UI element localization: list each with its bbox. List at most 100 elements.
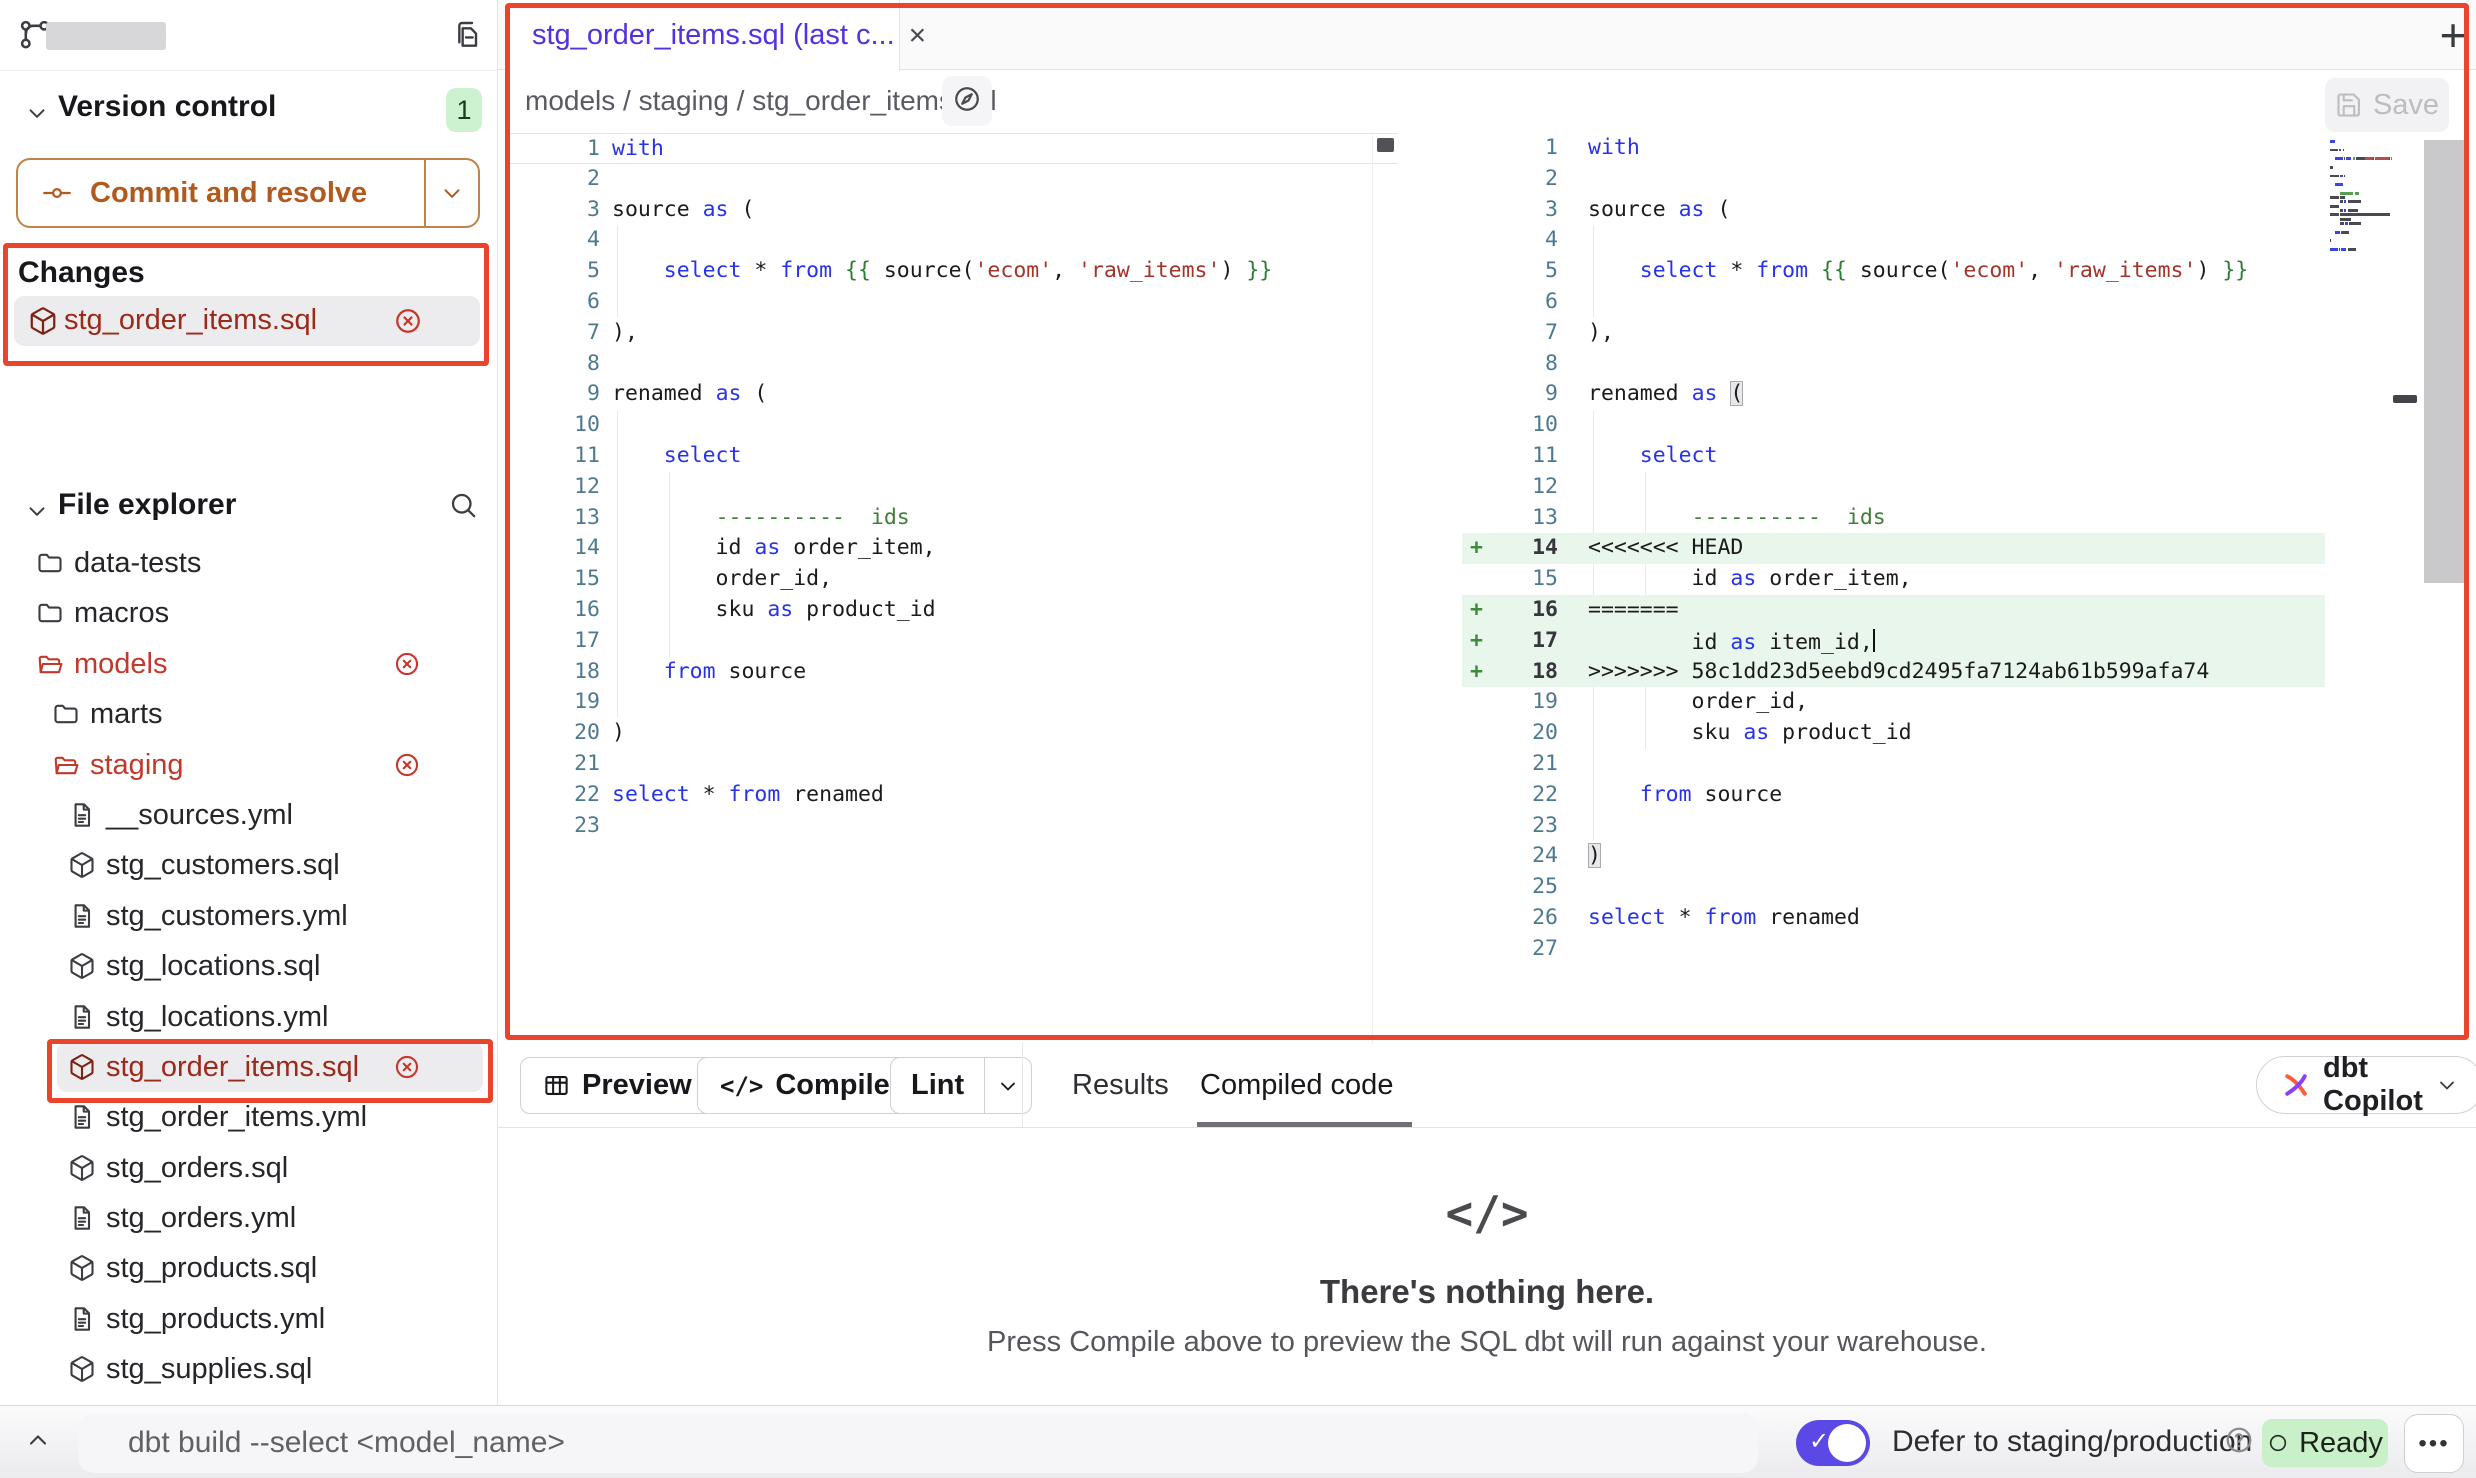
dbt-copilot-button[interactable]: dbt Copilot <box>2256 1056 2476 1114</box>
file-tree-item-stg_order_items.yml[interactable]: stg_order_items.yml <box>0 1092 497 1142</box>
editor-pane-last-saved[interactable]: 1with23source as (45 select * from {{ so… <box>505 132 1398 1043</box>
file-tree-item-stg_locations.yml[interactable]: stg_locations.yml <box>0 992 497 1042</box>
code-line-5[interactable]: 5 select * from {{ source('ecom', 'raw_i… <box>1462 256 2325 287</box>
file-tree-item-__sources.yml[interactable]: __sources.yml <box>0 790 497 840</box>
preview-button[interactable]: Preview <box>520 1057 715 1114</box>
new-tab-button[interactable]: + <box>2426 8 2476 62</box>
file-tree-item-stg_orders.yml[interactable]: stg_orders.yml <box>0 1193 497 1243</box>
code-line-4[interactable]: 4 <box>1462 225 2325 256</box>
code-line-20[interactable]: 20 sku as product_id <box>1462 718 2325 749</box>
lint-button[interactable]: Lint <box>891 1058 984 1113</box>
code-line-5[interactable]: 5 select * from {{ source('ecom', 'raw_i… <box>505 256 1398 287</box>
code-line-1[interactable]: 1with <box>505 133 1398 164</box>
code-line-18[interactable]: +18>>>>>>> 58c1dd23d5eebd9cd2495fa7124ab… <box>1462 657 2325 688</box>
file-tree-item-stg_supplies.sql[interactable]: stg_supplies.sql <box>0 1344 497 1394</box>
code-line-22[interactable]: 22 from source <box>1462 780 2325 811</box>
expand-command-bar-icon[interactable] <box>24 1426 52 1459</box>
code-line-14[interactable]: +14<<<<<<< HEAD <box>1462 533 2325 564</box>
code-line-3[interactable]: 3source as ( <box>505 195 1398 226</box>
code-line-12[interactable]: 12 <box>505 472 1398 503</box>
tab-compiled-code[interactable]: Compiled code <box>1200 1043 1393 1127</box>
code-line-15[interactable]: 15 order_id, <box>505 564 1398 595</box>
code-line-19[interactable]: 19 order_id, <box>1462 687 2325 718</box>
file-tree-item-staging[interactable]: staging <box>0 740 497 790</box>
code-line-12[interactable]: 12 <box>1462 472 2325 503</box>
code-line-3[interactable]: 3source as ( <box>1462 195 2325 226</box>
code-line-20[interactable]: 20) <box>505 718 1398 749</box>
minimap[interactable] <box>2330 140 2392 370</box>
editor-pane-current[interactable]: 1with23source as (45 select * from {{ so… <box>1462 132 2325 1043</box>
code-line-8[interactable]: 8 <box>1462 349 2325 380</box>
file-tree-item-stg_customers.yml[interactable]: stg_customers.yml <box>0 891 497 941</box>
code-line-27[interactable]: 27 <box>1462 934 2325 965</box>
commit-and-resolve-button[interactable]: Commit and resolve <box>16 158 480 228</box>
code-line-11[interactable]: 11 select <box>1462 441 2325 472</box>
code-line-9[interactable]: 9renamed as ( <box>1462 379 2325 410</box>
code-line-21[interactable]: 21 <box>505 749 1398 780</box>
more-options-button[interactable]: ••• <box>2404 1414 2464 1473</box>
lint-dropdown-button[interactable] <box>984 1058 1031 1113</box>
save-button[interactable]: Save <box>2325 78 2449 132</box>
code-line-10[interactable]: 10 <box>505 410 1398 441</box>
code-line-22[interactable]: 22select * from renamed <box>505 780 1398 811</box>
commit-dropdown-button[interactable] <box>424 160 478 226</box>
file-tree-item-stg_customers.sql[interactable]: stg_customers.sql <box>0 840 497 890</box>
code-line-4[interactable]: 4 <box>505 225 1398 256</box>
code-line-15[interactable]: 15 id as order_item, <box>1462 564 2325 595</box>
file-tree-item-data-tests[interactable]: data-tests <box>0 538 497 588</box>
code-line-2[interactable]: 2 <box>505 164 1398 195</box>
file-tree-item-macros[interactable]: macros <box>0 588 497 638</box>
code-line-6[interactable]: 6 <box>505 287 1398 318</box>
file-tree-item-models[interactable]: models <box>0 639 497 689</box>
code-line-19[interactable]: 19 <box>505 687 1398 718</box>
defer-toggle[interactable]: ✓ <box>1796 1420 1870 1466</box>
code-line-26[interactable]: 26select * from renamed <box>1462 903 2325 934</box>
compile-button[interactable]: </> Compile <box>697 1057 913 1114</box>
file-info-button[interactable] <box>942 76 992 126</box>
code-line-21[interactable]: 21 <box>1462 749 2325 780</box>
file-tree-item-stg_products.yml[interactable]: stg_products.yml <box>0 1294 497 1344</box>
code-line-18[interactable]: 18 from source <box>505 657 1398 688</box>
code-line-25[interactable]: 25 <box>1462 872 2325 903</box>
code-line-7[interactable]: 7), <box>505 318 1398 349</box>
changes-file-row[interactable]: stg_order_items.sql <box>14 296 480 346</box>
file-tree-item-stg_orders.sql[interactable]: stg_orders.sql <box>0 1143 497 1193</box>
file-label: stg_order_items.sql <box>106 1051 359 1084</box>
code-line-10[interactable]: 10 <box>1462 410 2325 441</box>
code-line-13[interactable]: 13 ---------- ids <box>1462 503 2325 534</box>
code-line-1[interactable]: 1with <box>1462 133 2325 164</box>
line-number: 24 <box>1462 841 1558 872</box>
file-tree-item-marts[interactable]: marts <box>0 689 497 739</box>
file-tree-item-stg_locations.sql[interactable]: stg_locations.sql <box>0 941 497 991</box>
code-line-23[interactable]: 23 <box>505 811 1398 842</box>
code-line-13[interactable]: 13 ---------- ids <box>505 503 1398 534</box>
code-line-14[interactable]: 14 id as order_item, <box>505 533 1398 564</box>
editor-tab-bar: stg_order_items.sql (last c... × + <box>498 0 2476 70</box>
right-pane-scrollbar[interactable] <box>2424 140 2464 583</box>
file-tree-item-stg_products.sql[interactable]: stg_products.sql <box>0 1243 497 1293</box>
code-line-17[interactable]: 17 <box>505 626 1398 657</box>
empty-state-subtitle: Press Compile above to preview the SQL d… <box>498 1326 2476 1359</box>
code-line-9[interactable]: 9renamed as ( <box>505 379 1398 410</box>
line-number: 1 <box>1462 133 1558 164</box>
command-input[interactable]: dbt build --select <model_name> <box>78 1413 1758 1473</box>
tab-close-icon[interactable]: × <box>909 21 927 51</box>
diff-editor[interactable]: 1with23source as (45 select * from {{ so… <box>498 132 2476 1043</box>
code-line-7[interactable]: 7), <box>1462 318 2325 349</box>
code-line-16[interactable]: +16======= <box>1462 595 2325 626</box>
search-icon[interactable] <box>448 490 478 525</box>
left-pane-scroll-thumb[interactable] <box>1377 138 1394 152</box>
code-line-23[interactable]: 23 <box>1462 811 2325 842</box>
code-line-8[interactable]: 8 <box>505 349 1398 380</box>
code-line-11[interactable]: 11 select <box>505 441 1398 472</box>
tab-results[interactable]: Results <box>1072 1043 1169 1127</box>
file-tree-item-stg_order_items.sql[interactable]: stg_order_items.sql <box>0 1042 497 1092</box>
code-line-24[interactable]: 24) <box>1462 841 2325 872</box>
help-icon[interactable] <box>2224 1425 2254 1460</box>
code-line-16[interactable]: 16 sku as product_id <box>505 595 1398 626</box>
code-line-6[interactable]: 6 <box>1462 287 2325 318</box>
code-line-17[interactable]: +17 id as item_id, <box>1462 626 2325 657</box>
line-number: 12 <box>505 472 600 503</box>
code-line-2[interactable]: 2 <box>1462 164 2325 195</box>
tab-stg-order-items[interactable]: stg_order_items.sql (last c... × <box>506 0 900 71</box>
